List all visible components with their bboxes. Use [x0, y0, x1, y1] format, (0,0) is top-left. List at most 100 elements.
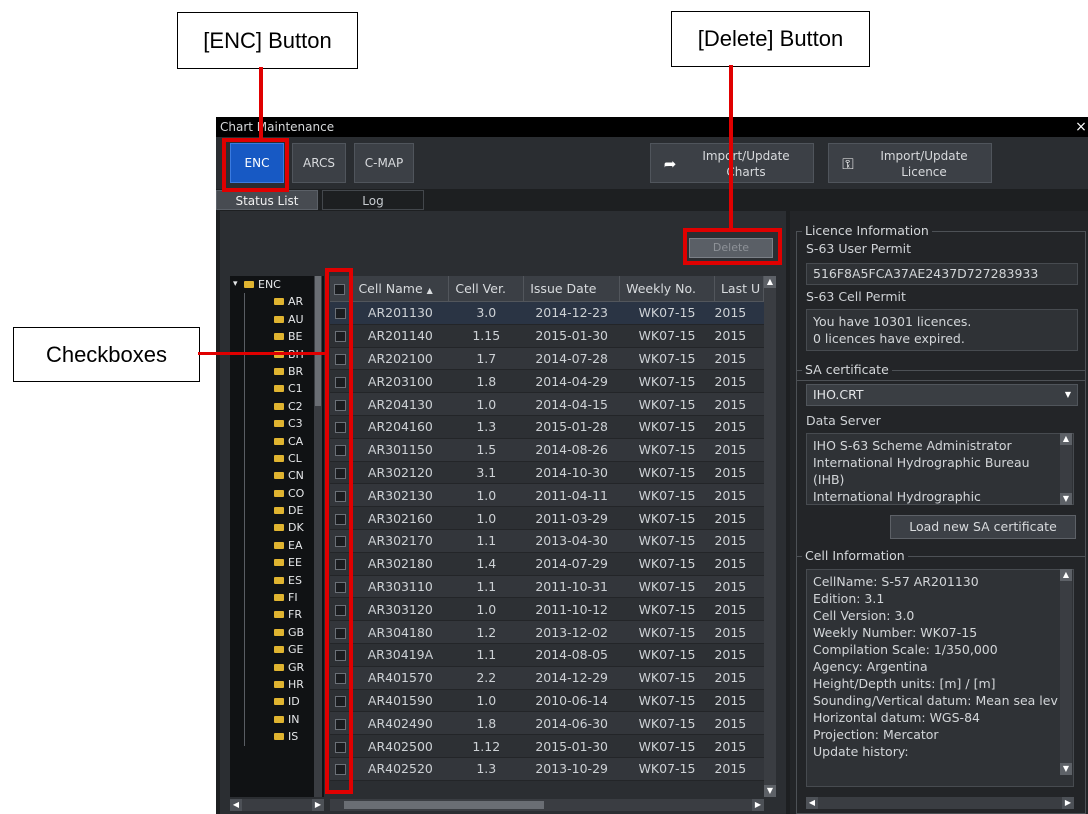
tree-horizontal-scrollbar[interactable]: ◀ ▶: [230, 799, 324, 811]
table-row[interactable]: AR402490 1.8 2014-06-30 WK07-15 2015: [330, 711, 764, 736]
table-row[interactable]: AR302160 1.0 2011-03-29 WK07-15 2015: [330, 506, 764, 530]
cell-info-scrollbar[interactable]: ▲ ▼: [1060, 569, 1072, 775]
table-row[interactable]: AR203100 1.8 2014-04-29 WK07-15 2015: [330, 369, 764, 394]
tree-folder-c1[interactable]: C1: [244, 380, 324, 398]
table-row[interactable]: AR302120 3.1 2014-10-30 WK07-15 2015: [330, 461, 764, 485]
row-checkbox[interactable]: [335, 490, 347, 502]
row-checkbox[interactable]: [335, 741, 347, 753]
row-checkbox[interactable]: [335, 718, 347, 730]
tree-folder-cl[interactable]: CL: [244, 449, 324, 468]
row-checkbox[interactable]: [335, 559, 347, 571]
tree-folder-de[interactable]: DE: [244, 502, 324, 520]
table-row[interactable]: AR204130 1.0 2014-04-15 WK07-15 2015: [330, 392, 764, 416]
row-checkbox[interactable]: [335, 695, 347, 707]
table-row[interactable]: AR204160 1.3 2015-01-28 WK07-15 2015: [330, 415, 764, 439]
import-update-licence-button[interactable]: ⚿ Import/Update Licence: [828, 143, 992, 183]
scroll-right-icon[interactable]: ▶: [1062, 797, 1074, 809]
tree-folder-ca[interactable]: CA: [244, 432, 324, 450]
expand-arrow-icon[interactable]: ▾: [233, 276, 238, 293]
cmap-button[interactable]: C-MAP: [354, 143, 414, 183]
scroll-right-icon[interactable]: ▶: [752, 799, 764, 811]
row-checkbox[interactable]: [335, 650, 347, 662]
row-checkbox[interactable]: [335, 399, 347, 411]
tree-scrollbar-thumb[interactable]: [315, 276, 321, 406]
data-server-scrollbar[interactable]: ▲ ▼: [1060, 433, 1072, 505]
table-row[interactable]: AR302130 1.0 2011-04-11 WK07-15 2015: [330, 483, 764, 508]
table-row[interactable]: AR401590 1.0 2010-06-14 WK07-15 2015: [330, 689, 764, 713]
table-row[interactable]: AR303120 1.0 2011-10-12 WK07-15 2015: [330, 597, 764, 622]
scroll-down-icon[interactable]: ▼: [764, 785, 776, 797]
arcs-button[interactable]: ARCS: [292, 143, 346, 183]
tree-folder-c3[interactable]: C3: [244, 415, 324, 433]
table-row[interactable]: AR402520 1.3 2013-10-29 WK07-15 2015: [330, 757, 764, 781]
tree-folder-c2[interactable]: C2: [244, 397, 324, 416]
tree-root-enc[interactable]: ▾ ENC: [230, 276, 324, 293]
tree-folder-es[interactable]: ES: [244, 571, 324, 590]
table-row[interactable]: AR401570 2.2 2014-12-29 WK07-15 2015: [330, 666, 764, 690]
tree-folder-be[interactable]: BE: [244, 328, 324, 346]
row-checkbox[interactable]: [335, 513, 347, 525]
tree-folder-gb[interactable]: GB: [244, 623, 324, 642]
col-header-checkbox[interactable]: [330, 276, 353, 302]
delete-button[interactable]: Delete: [689, 238, 773, 258]
row-checkbox[interactable]: [335, 467, 347, 479]
row-checkbox[interactable]: [335, 581, 347, 593]
row-checkbox[interactable]: [335, 353, 347, 365]
scroll-right-icon[interactable]: ▶: [312, 799, 324, 811]
tree-folder-co[interactable]: CO: [244, 484, 324, 503]
tree-folder-au[interactable]: AU: [244, 310, 324, 329]
table-row[interactable]: AR302180 1.4 2014-07-29 WK07-15 2015: [330, 552, 764, 576]
tree-folder-br[interactable]: BR: [244, 362, 324, 381]
tree-folder-is[interactable]: IS: [244, 728, 324, 746]
tree-folder-dk[interactable]: DK: [244, 519, 324, 537]
tree-folder-id[interactable]: ID: [244, 693, 324, 711]
table-row[interactable]: AR301150 1.5 2014-08-26 WK07-15 2015: [330, 438, 764, 462]
grid-horizontal-scrollbar[interactable]: ▶: [330, 799, 764, 811]
row-checkbox[interactable]: [335, 627, 347, 639]
col-header-last-update[interactable]: Last U: [714, 276, 764, 302]
table-row[interactable]: AR201140 1.15 2015-01-30 WK07-15 2015: [330, 324, 764, 348]
tree-folder-ea[interactable]: EA: [244, 536, 324, 555]
grid-hscroll-thumb[interactable]: [344, 801, 544, 809]
table-row[interactable]: AR302170 1.1 2013-04-30 WK07-15 2015: [330, 529, 764, 553]
table-row[interactable]: AR303110 1.1 2011-10-31 WK07-15 2015: [330, 575, 764, 599]
tree-folder-ar[interactable]: AR: [244, 293, 324, 311]
scroll-left-icon[interactable]: ◀: [806, 797, 818, 809]
scroll-left-icon[interactable]: ◀: [230, 799, 242, 811]
table-row[interactable]: AR304180 1.2 2013-12-02 WK07-15 2015: [330, 620, 764, 644]
table-row[interactable]: AR202100 1.7 2014-07-28 WK07-15 2015: [330, 347, 764, 371]
tree-folder-fr[interactable]: FR: [244, 606, 324, 624]
scroll-up-icon[interactable]: ▲: [1060, 433, 1072, 445]
col-header-weekly-no[interactable]: Weekly No.: [619, 276, 715, 302]
tab-log[interactable]: Log: [322, 190, 424, 210]
grid-vertical-scrollbar[interactable]: ▲ ▼: [764, 276, 776, 797]
table-row[interactable]: AR201130 3.0 2014-12-23 WK07-15 2015: [330, 301, 764, 325]
tree-folder-gr[interactable]: GR: [244, 658, 324, 676]
tree-folder-ee[interactable]: EE: [244, 554, 324, 572]
tree-folder-in[interactable]: IN: [244, 710, 324, 729]
table-row[interactable]: AR30419A 1.1 2014-08-05 WK07-15 2015: [330, 643, 764, 667]
cell-info-horizontal-scrollbar[interactable]: ◀ ▶: [806, 797, 1074, 809]
scroll-up-icon[interactable]: ▲: [1060, 569, 1072, 581]
sa-certificate-dropdown[interactable]: IHO.CRT ▼: [806, 384, 1078, 406]
col-header-cell-name[interactable]: Cell Name ▲: [351, 276, 450, 302]
tab-status-list[interactable]: Status List: [216, 190, 318, 210]
row-checkbox[interactable]: [335, 445, 347, 457]
table-row[interactable]: AR402500 1.12 2015-01-30 WK07-15 2015: [330, 734, 764, 758]
col-header-cell-ver[interactable]: Cell Ver.: [448, 276, 525, 302]
select-all-checkbox[interactable]: [334, 284, 345, 295]
tree-folder-cn[interactable]: CN: [244, 467, 324, 485]
tree-folder-hr[interactable]: HR: [244, 675, 324, 694]
load-sa-certificate-button[interactable]: Load new SA certificate: [890, 515, 1076, 539]
tree-folder-ge[interactable]: GE: [244, 641, 324, 659]
row-checkbox[interactable]: [335, 376, 347, 388]
scroll-down-icon[interactable]: ▼: [1060, 763, 1072, 775]
col-header-issue-date[interactable]: Issue Date: [523, 276, 621, 302]
row-checkbox[interactable]: [335, 536, 347, 548]
row-checkbox[interactable]: [335, 331, 347, 343]
tree-folder-fi[interactable]: FI: [244, 589, 324, 607]
close-icon[interactable]: ×: [1074, 117, 1088, 137]
row-checkbox[interactable]: [335, 308, 347, 320]
row-checkbox[interactable]: [335, 764, 347, 776]
scroll-up-icon[interactable]: ▲: [764, 276, 776, 288]
